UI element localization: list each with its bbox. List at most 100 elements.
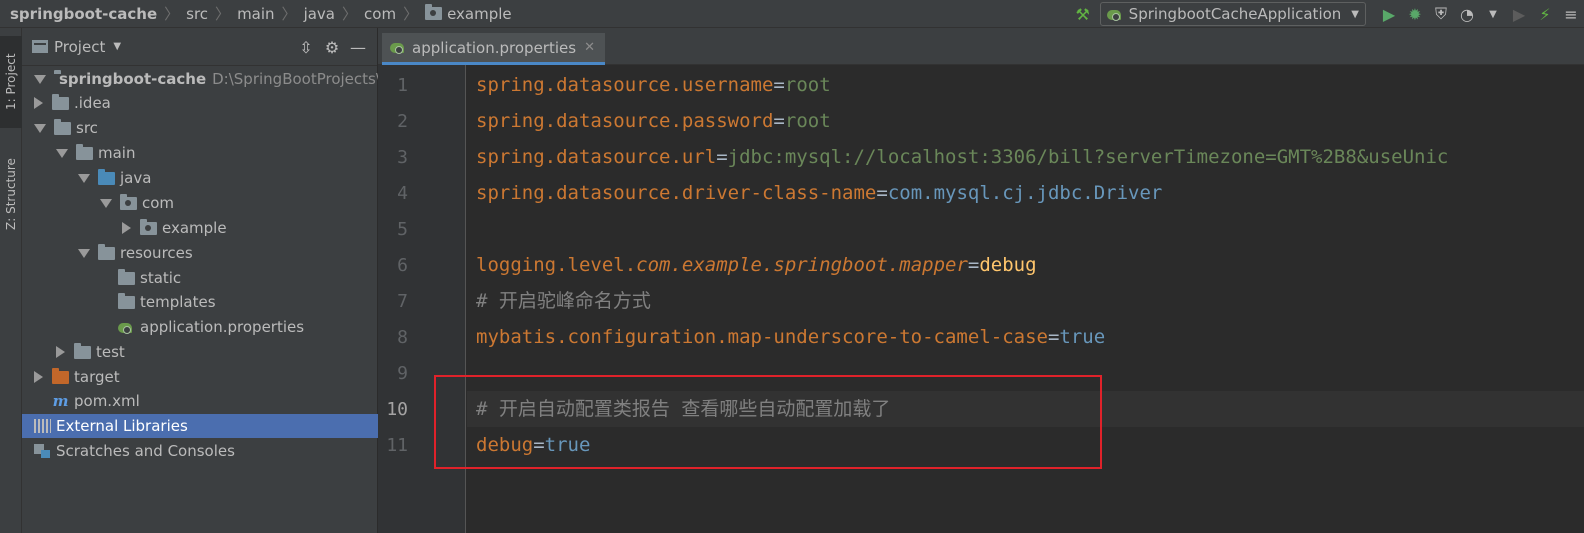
line-number: 5 bbox=[397, 219, 408, 240]
property-separator: = bbox=[967, 254, 980, 276]
tool-window-project-tab[interactable]: 1: Project bbox=[0, 36, 22, 128]
property-value: root bbox=[784, 74, 831, 96]
property-value: debug bbox=[979, 254, 1037, 276]
tree-item-label: springboot-cache bbox=[59, 70, 207, 88]
tab-application-properties[interactable]: application.properties ✕ bbox=[382, 33, 605, 65]
more-chevron-down-icon[interactable]: ▼ bbox=[1480, 0, 1506, 28]
code-line: mybatis.configuration.map-underscore-to-… bbox=[476, 319, 1105, 355]
build-hammer-icon[interactable]: ⚒ bbox=[1070, 0, 1096, 28]
chevron-down-icon[interactable]: ▼ bbox=[113, 41, 121, 52]
tree-item-label: src bbox=[76, 119, 98, 137]
coverage-shield-icon[interactable]: ⛨ bbox=[1428, 0, 1454, 28]
line-number: 7 bbox=[397, 291, 408, 312]
annotation-highlight-box bbox=[434, 375, 1102, 469]
profiler-icon[interactable]: ◔ bbox=[1454, 0, 1480, 28]
gear-icon[interactable]: ⚙ bbox=[319, 38, 345, 57]
tree-item-external-libraries[interactable]: External Libraries bbox=[22, 414, 378, 438]
property-value: com.mysql.cj.jdbc.Driver bbox=[887, 182, 1163, 204]
property-value: true bbox=[1059, 326, 1106, 348]
tree-item-idea[interactable]: .idea bbox=[22, 91, 378, 115]
code-line: # 开启驼峰命名方式 bbox=[476, 283, 651, 319]
tree-item-resources[interactable]: resources bbox=[22, 241, 378, 265]
tab-label: application.properties bbox=[412, 38, 577, 57]
tree-item-test[interactable]: test bbox=[22, 340, 378, 364]
property-value: jdbc:mysql://localhost:3306/bill?serverT… bbox=[727, 146, 1449, 168]
expand-arrow-icon[interactable] bbox=[122, 222, 131, 234]
project-view-selector[interactable]: Project bbox=[54, 38, 105, 56]
expand-arrow-icon[interactable] bbox=[34, 74, 46, 84]
breadcrumb-com[interactable]: com bbox=[364, 5, 396, 23]
run-icon[interactable]: ▶ bbox=[1376, 0, 1402, 28]
collapse-arrow-icon[interactable] bbox=[100, 198, 112, 208]
property-key: spring.datasource.username bbox=[476, 74, 774, 96]
breadcrumb-example-label: example bbox=[447, 4, 512, 23]
collapse-arrow-icon[interactable] bbox=[78, 248, 90, 258]
tree-item-label: Scratches and Consoles bbox=[56, 442, 235, 460]
property-separator: = bbox=[773, 110, 785, 132]
expand-arrow-icon[interactable] bbox=[56, 346, 65, 358]
breadcrumb-main[interactable]: main bbox=[237, 5, 274, 23]
editor-tab-bar: application.properties ✕ bbox=[378, 28, 1584, 65]
line-number: 3 bbox=[397, 147, 408, 168]
collapse-arrow-icon[interactable] bbox=[34, 123, 46, 133]
spring-properties-icon bbox=[118, 321, 135, 334]
breadcrumb-separator: 〉 bbox=[215, 5, 231, 23]
run-configuration-select[interactable]: SpringbootCacheApplication ▼ bbox=[1099, 2, 1366, 26]
tree-item-pom-xml[interactable]: m pom.xml bbox=[22, 389, 378, 413]
overflow-icon[interactable]: ≡ bbox=[1558, 0, 1584, 28]
close-icon[interactable]: ✕ bbox=[584, 40, 595, 55]
package-folder-icon bbox=[425, 4, 443, 20]
tree-item-java[interactable]: java bbox=[22, 166, 378, 190]
tree-item-main[interactable]: main bbox=[22, 141, 378, 165]
collapse-arrow-icon[interactable] bbox=[78, 173, 90, 183]
project-icon bbox=[32, 40, 48, 53]
tree-item-src[interactable]: src bbox=[22, 116, 378, 140]
collapse-arrow-icon[interactable] bbox=[56, 148, 68, 158]
code-line: logging.level.com.example.springboot.map… bbox=[476, 247, 1037, 283]
tree-item-com[interactable]: com bbox=[22, 191, 378, 215]
property-key: spring.datasource.url bbox=[476, 146, 717, 168]
spring-properties-icon bbox=[390, 41, 407, 54]
collapse-all-icon[interactable]: ⇳ bbox=[293, 38, 319, 57]
line-number: 9 bbox=[397, 363, 408, 384]
expand-arrow-icon[interactable] bbox=[34, 371, 43, 383]
folder-icon bbox=[118, 268, 135, 285]
code-line: spring.datasource.url=jdbc:mysql://local… bbox=[476, 139, 1448, 175]
spring-boot-icon bbox=[1106, 8, 1124, 21]
tree-item-templates[interactable]: templates bbox=[22, 290, 378, 314]
tree-item-label: main bbox=[98, 144, 136, 162]
excluded-folder-icon bbox=[52, 367, 69, 384]
debug-bug-icon[interactable]: ✹ bbox=[1402, 0, 1428, 28]
property-key: spring.datasource.password bbox=[476, 110, 774, 132]
navigation-bar: springboot-cache 〉 src 〉 main 〉 java 〉 c… bbox=[0, 0, 1584, 28]
source-folder-icon bbox=[98, 168, 115, 185]
line-number: 1 bbox=[397, 75, 408, 96]
hide-panel-icon[interactable]: — bbox=[345, 38, 371, 57]
property-separator: = bbox=[1047, 326, 1060, 348]
property-key: spring.datasource.driver-class-name bbox=[476, 182, 877, 204]
line-number: 10 bbox=[386, 399, 408, 420]
breadcrumb-project[interactable]: springboot-cache bbox=[0, 5, 157, 23]
breadcrumb-java[interactable]: java bbox=[304, 5, 335, 23]
library-icon bbox=[34, 419, 51, 433]
expand-arrow-icon[interactable] bbox=[34, 97, 43, 109]
tree-item-path: D:\SpringBootProjects\sp bbox=[212, 70, 378, 88]
tool-window-structure-tab[interactable]: Z: Structure bbox=[0, 144, 22, 244]
breadcrumb-src[interactable]: src bbox=[186, 5, 208, 23]
tree-item-label: static bbox=[140, 269, 182, 287]
tree-item-application-properties[interactable]: application.properties bbox=[22, 315, 378, 339]
property-separator: = bbox=[773, 74, 785, 96]
breadcrumb-example[interactable]: example bbox=[425, 4, 512, 23]
breadcrumb-separator: 〉 bbox=[164, 5, 180, 23]
tree-item-target[interactable]: target bbox=[22, 365, 378, 389]
folder-icon bbox=[54, 118, 71, 135]
tree-item-springboot-cache[interactable]: springboot-cache D:\SpringBootProjects\s… bbox=[22, 67, 378, 91]
tree-item-scratches[interactable]: Scratches and Consoles bbox=[22, 439, 378, 463]
breadcrumb-separator: 〉 bbox=[281, 5, 297, 23]
tree-item-static[interactable]: static bbox=[22, 266, 378, 290]
tree-item-example[interactable]: example bbox=[22, 216, 378, 240]
folder-icon bbox=[118, 292, 135, 309]
property-value: root bbox=[784, 110, 831, 132]
update-running-app-icon[interactable]: ⚡ bbox=[1532, 0, 1558, 28]
code-comment: # 开启驼峰命名方式 bbox=[476, 290, 651, 312]
